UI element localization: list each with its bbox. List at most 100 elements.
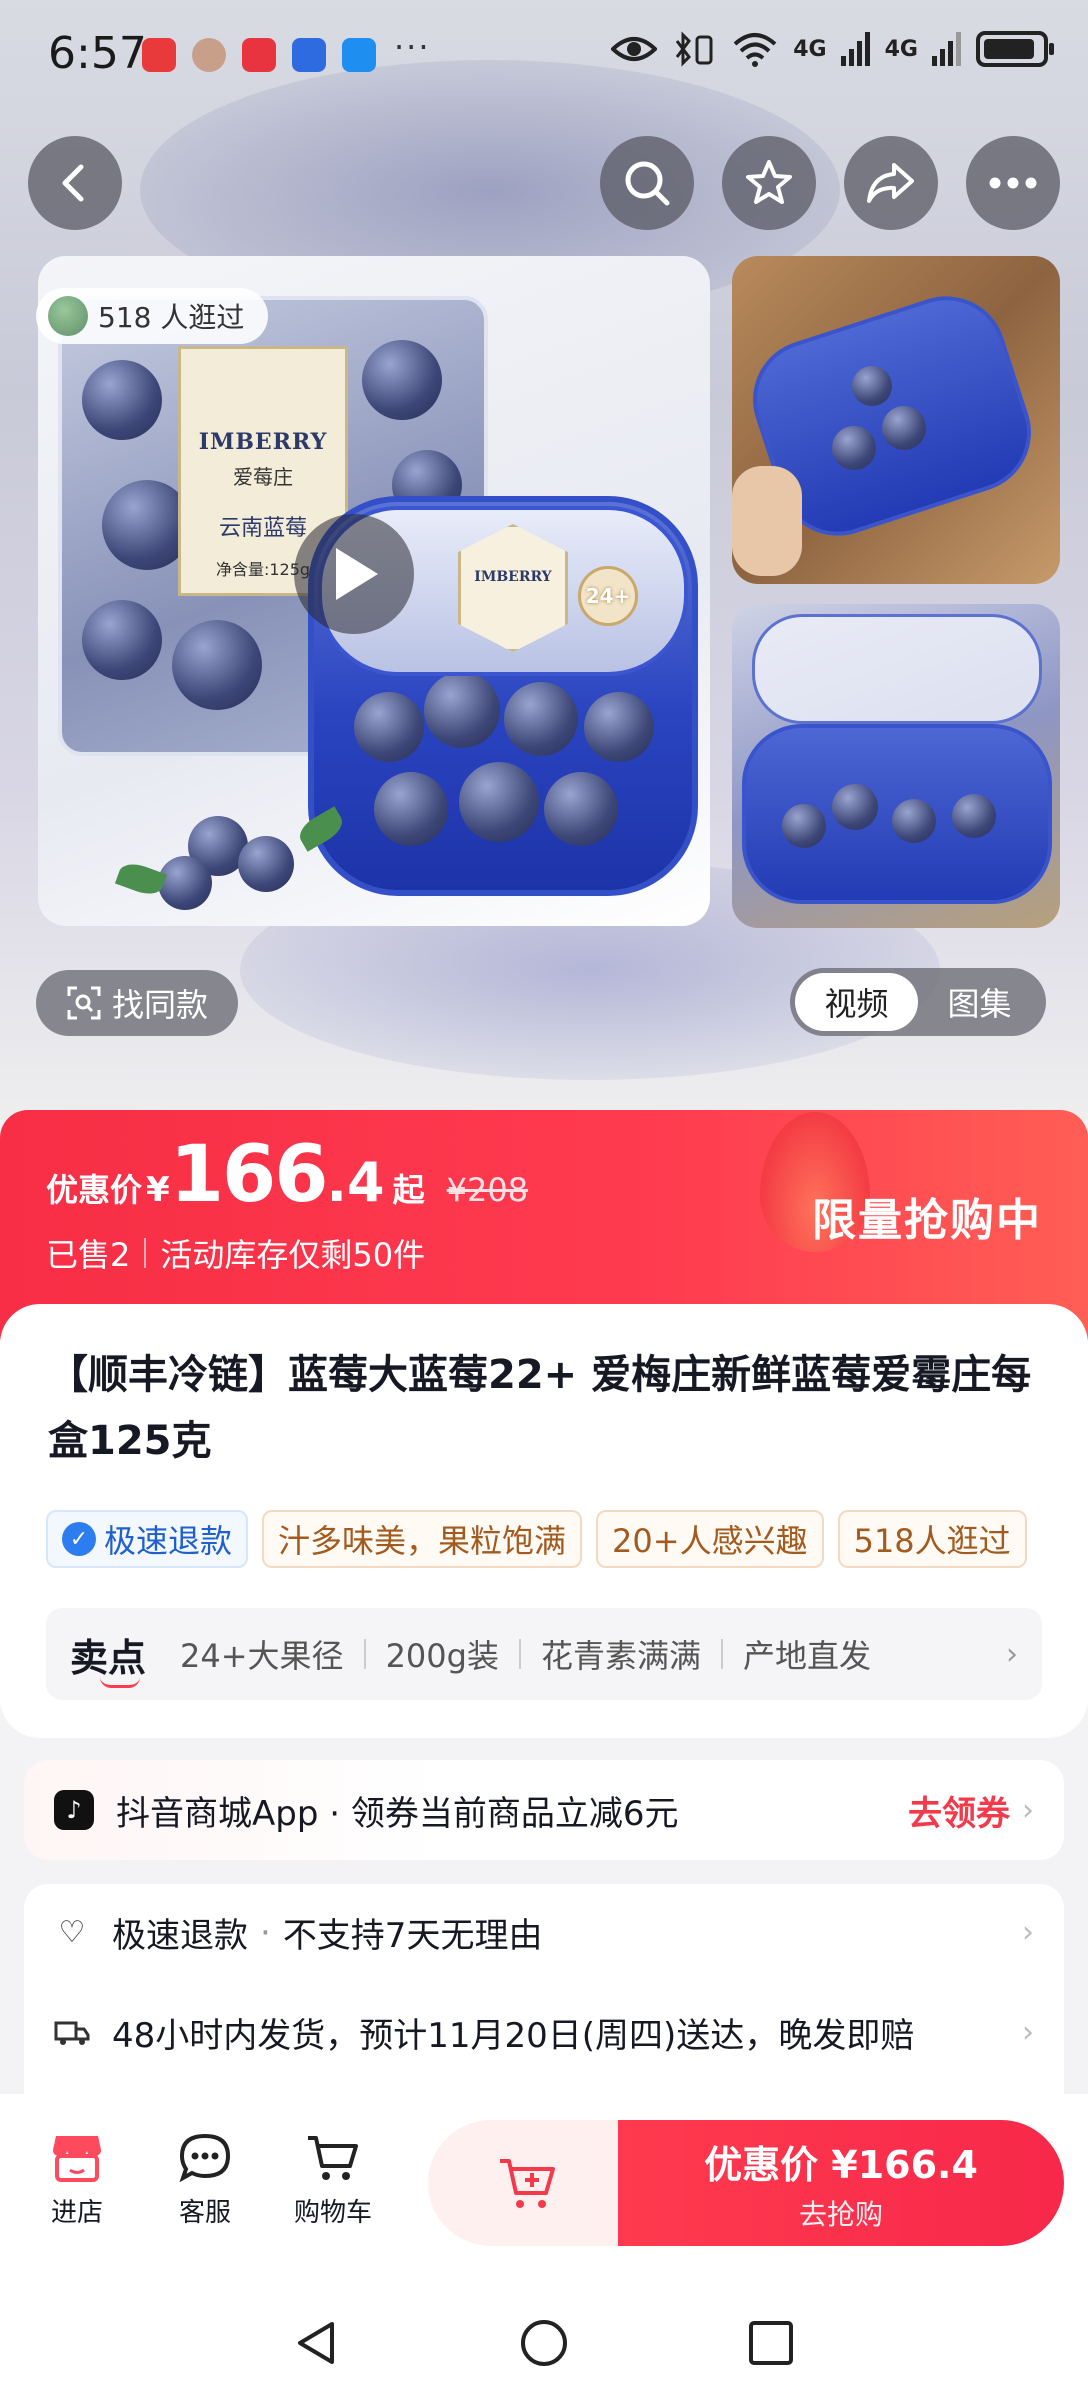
cart-plus-icon	[500, 2159, 555, 2208]
status-time: 6:57	[48, 28, 147, 79]
selling-points-row[interactable]: 卖点 24+大果径 200g装 花青素满满 产地直发 ›	[46, 1608, 1042, 1700]
huawei-app-icon	[142, 38, 176, 72]
signal-bars-icon	[840, 32, 870, 66]
limited-sale-label: 限量抢购中	[812, 1195, 1042, 1246]
tag-visitors: 518人逛过	[837, 1510, 1027, 1568]
product-title: 【顺丰冷链】蓝莓大蓝莓22+ 爱梅庄新鲜蓝莓爱霉庄每盒125克	[48, 1352, 1032, 1464]
shield-check-icon: ✓	[62, 1522, 96, 1556]
price-row: 优惠价 ¥ 166 .4 起 ¥208	[46, 1130, 528, 1220]
chevron-right-icon: ›	[1022, 2015, 1034, 2050]
wifi-icon	[733, 33, 777, 67]
price-label: 优惠价	[46, 1171, 143, 1209]
chevron-right-icon: ›	[1022, 1792, 1034, 1828]
status-bar: 6:57 ··· 4G 4G	[0, 0, 1088, 112]
buy-price: 优惠价 ¥166.4	[704, 2143, 978, 2187]
nav-home-icon[interactable]	[519, 2318, 569, 2368]
bluetooth-vibrate-icon	[676, 31, 713, 67]
tag-label: 极速退款	[104, 1522, 233, 1560]
play-button[interactable]	[294, 514, 414, 634]
tag-interested: 20+人感兴趣	[596, 1510, 824, 1568]
cart-button[interactable]: 购物车	[278, 2130, 388, 2229]
divider	[363, 1639, 366, 1669]
sold-count: 已售2	[46, 1236, 131, 1274]
back-button[interactable]	[28, 136, 122, 230]
chat-icon	[177, 2130, 233, 2186]
status-right: 4G 4G	[611, 30, 1054, 68]
price-decimal: .4	[326, 1151, 385, 1214]
visitors-count: 518 人逛过	[98, 301, 245, 334]
red-app-icon	[242, 38, 276, 72]
stock-remaining: 活动库存仅剩50件	[160, 1236, 426, 1274]
selling-points-title: 卖点	[70, 1627, 146, 1688]
scan-icon	[67, 986, 101, 1020]
back-arrow-icon	[62, 164, 84, 202]
original-price: ¥208	[446, 1171, 529, 1209]
label-brand-cn: 爱莓庄	[233, 465, 293, 489]
nav-recents-icon[interactable]	[746, 2318, 796, 2368]
play-icon	[336, 548, 378, 600]
cart-icon	[305, 2130, 361, 2186]
gallery-thumbnail-1[interactable]	[732, 256, 1060, 584]
favorite-button[interactable]	[722, 136, 816, 230]
divider	[144, 1238, 147, 1268]
sales-info: 已售2 活动库存仅剩50件	[46, 1230, 425, 1276]
add-to-cart-button[interactable]	[428, 2120, 628, 2246]
share-button[interactable]	[844, 136, 938, 230]
store-label: 进店	[50, 2198, 103, 2228]
tab-video[interactable]: 视频	[795, 973, 918, 1031]
search-button[interactable]	[600, 136, 694, 230]
loose-berry	[158, 856, 212, 910]
main-product-video[interactable]: IMBERRY 爱莓庄 云南蓝莓 净含量:125g IMBERRY 24+	[38, 256, 710, 926]
signal-2-label: 4G	[884, 36, 918, 62]
visitor-avatar	[48, 296, 88, 336]
dot-separator: ·	[260, 1912, 271, 1953]
blue-app-icon	[292, 38, 326, 72]
refund-detail: 不支持7天无理由	[282, 1916, 543, 1956]
size-badge: 24+	[578, 566, 638, 626]
coupon-text: 抖音商城App · 领券当前商品立减6元	[116, 1793, 679, 1834]
tag-taste: 汁多味美，果粒饱满	[262, 1510, 583, 1568]
refund-label: 极速退款	[112, 1916, 248, 1956]
selling-point: 花青素满满	[540, 1637, 701, 1675]
signal-1-label: 4G	[793, 36, 827, 62]
avatar-app-icon	[192, 38, 226, 72]
buy-now-button[interactable]: 优惠价 ¥166.4 去抢购	[618, 2120, 1064, 2246]
more-icon	[989, 177, 1037, 189]
customer-service-button[interactable]: 客服	[150, 2130, 260, 2229]
share-icon	[867, 163, 914, 203]
refund-policy-row[interactable]: ♡ 极速退款 · 不支持7天无理由 ›	[54, 1908, 1034, 1957]
product-tags: ✓ 极速退款 汁多味美，果粒饱满 20+人感兴趣 518人逛过	[46, 1510, 1027, 1568]
status-overflow: ···	[394, 28, 431, 66]
service-card: ♡ 极速退款 · 不支持7天无理由 › 48小时内发货，预计11月20日(周四)…	[24, 1884, 1064, 2114]
battery-icon	[976, 31, 1054, 67]
shipping-row[interactable]: 48小时内发货，预计11月20日(周四)送达，晚发即赔 ›	[54, 2008, 1034, 2057]
more-button[interactable]	[966, 136, 1060, 230]
price-integer: 166	[169, 1130, 329, 1220]
media-tab-switch: 视频 图集	[790, 968, 1046, 1036]
divider	[518, 1639, 521, 1669]
selling-point: 产地直发	[742, 1637, 871, 1675]
heart-shield-icon: ♡	[58, 1915, 86, 1950]
eye-icon	[611, 37, 658, 61]
message-app-icon	[342, 38, 376, 72]
truck-icon	[54, 2015, 90, 2051]
find-same-button[interactable]: 找同款	[36, 970, 238, 1036]
divider	[720, 1639, 723, 1669]
gallery-thumbnail-2[interactable]	[732, 604, 1060, 928]
loose-berry	[238, 836, 294, 892]
nav-back-icon[interactable]	[292, 2318, 342, 2368]
get-coupon-button[interactable]: 去领券	[908, 1786, 1010, 1835]
search-icon	[625, 161, 670, 206]
price-currency: ¥	[146, 1170, 170, 1210]
signal-bars-2-icon	[932, 32, 961, 66]
label-brand: IMBERRY	[198, 429, 328, 455]
coupon-row[interactable]: ♪ 抖音商城App · 领券当前商品立减6元 去领券 ›	[24, 1760, 1064, 1860]
chevron-right-icon: ›	[1006, 1636, 1018, 1672]
selling-point: 200g装	[385, 1637, 499, 1675]
star-icon	[746, 160, 792, 204]
store-button[interactable]: 进店	[22, 2130, 132, 2229]
tab-album[interactable]: 图集	[918, 973, 1041, 1031]
tag-fast-refund: ✓ 极速退款	[46, 1510, 249, 1568]
price-suffix: 起	[392, 1171, 425, 1209]
find-same-label: 找同款	[111, 986, 208, 1024]
